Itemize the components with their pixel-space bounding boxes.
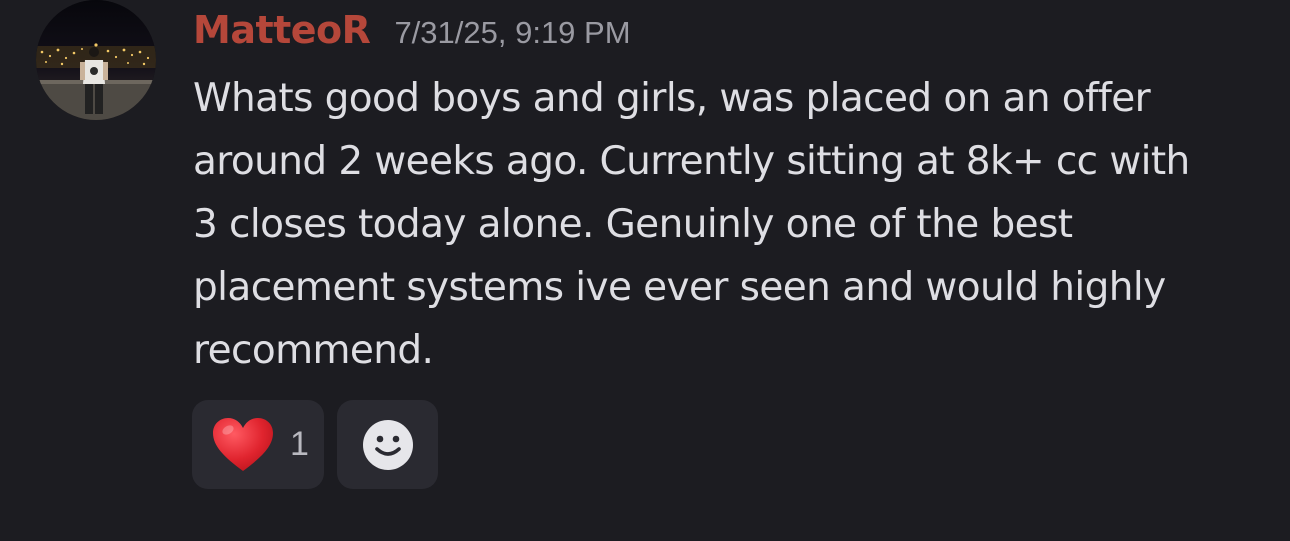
add-reaction-button[interactable] [337,400,438,489]
username[interactable]: MatteoR [193,8,371,52]
reaction-bar: 1 [192,400,438,489]
chat-message: MatteoR 7/31/25, 9:19 PM Whats good boys… [0,0,1290,541]
reaction-heart[interactable]: 1 [192,400,324,489]
message-header: MatteoR 7/31/25, 9:19 PM [193,8,631,56]
message-body: Whats good boys and girls, was placed on… [193,76,1190,373]
message-timestamp: 7/31/25, 9:19 PM [394,15,631,50]
user-avatar[interactable] [36,0,156,120]
reaction-count: 1 [290,425,309,463]
heart-emoji-icon [213,417,273,471]
smiley-face-icon [362,419,413,470]
avatar-photo-icon [36,0,156,120]
